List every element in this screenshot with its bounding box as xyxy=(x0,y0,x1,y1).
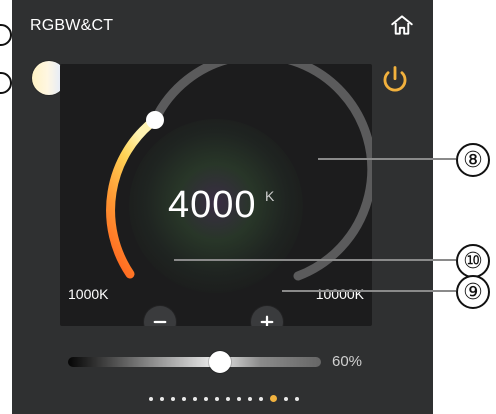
color-temperature-value: 4000 xyxy=(168,184,257,226)
page-dot xyxy=(204,396,208,401)
power-icon xyxy=(383,66,407,92)
page-dot xyxy=(226,396,230,401)
page-dot xyxy=(248,396,252,401)
minus-icon xyxy=(153,320,167,324)
page-dot xyxy=(193,396,197,401)
color-temperature-thumb[interactable] xyxy=(146,111,164,129)
brightness-value: 60% xyxy=(332,353,363,370)
home-icon xyxy=(391,15,413,35)
color-temperature-card: 4000 K 1000K 10000K xyxy=(60,64,372,326)
page-dot xyxy=(284,396,288,401)
dial-callout-line xyxy=(318,158,456,160)
page-dot xyxy=(149,396,153,401)
plus-callout-number: ⑨ xyxy=(456,275,490,309)
home-button[interactable] xyxy=(387,10,417,40)
page-dot xyxy=(237,396,241,401)
power-button[interactable] xyxy=(377,62,413,98)
color-temperature-min-label: 1000K xyxy=(68,286,109,302)
brightness-slider-thumb[interactable] xyxy=(208,351,231,373)
brightness-slider-track[interactable] xyxy=(68,357,321,367)
left-edge-callout-2 xyxy=(0,72,12,94)
plus-callout-line xyxy=(282,290,456,292)
panel-title: RGBW&CT xyxy=(30,17,114,34)
minus-callout-number: ⑩ xyxy=(456,244,490,278)
page-dot xyxy=(215,396,219,401)
page-dot xyxy=(295,396,299,401)
page-dot xyxy=(160,396,164,401)
page-indicator xyxy=(149,395,299,402)
plus-icon xyxy=(260,315,274,326)
device-panel: RGBW&CT 4000 K 1000K 10000K 60% xyxy=(12,0,433,414)
screenshot-root: RGBW&CT 4000 K 1000K 10000K 60% ⑧ ⑩ ⑨ xyxy=(0,0,496,414)
page-dot xyxy=(171,396,175,401)
minus-callout-line xyxy=(174,259,456,261)
page-dot xyxy=(259,396,263,401)
color-temperature-max-label: 10000K xyxy=(315,286,364,302)
color-temperature-unit: K xyxy=(265,188,275,204)
page-dot xyxy=(182,396,186,401)
page-dot-active xyxy=(270,395,277,402)
left-edge-callout-1 xyxy=(0,24,12,46)
dial-callout-number: ⑧ xyxy=(456,143,490,177)
